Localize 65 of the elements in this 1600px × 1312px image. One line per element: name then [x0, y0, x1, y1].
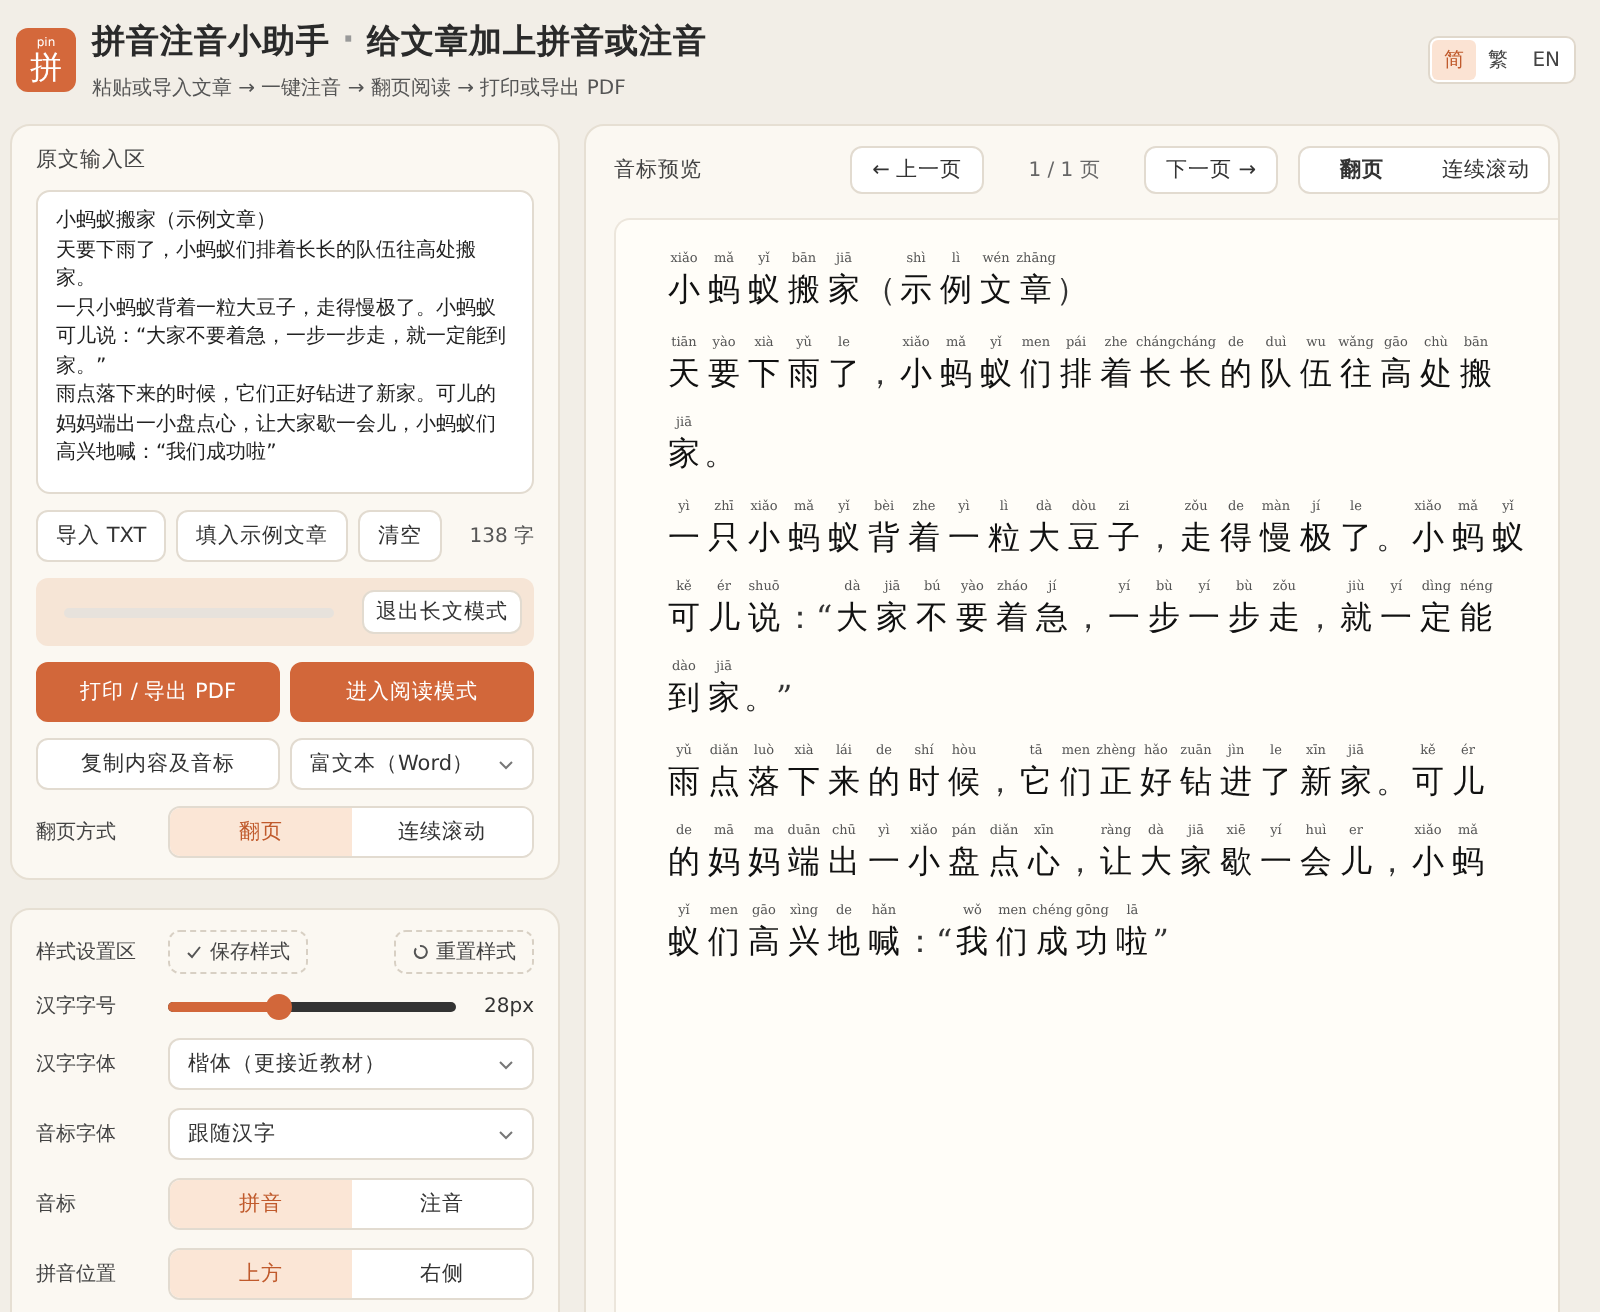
- action-button[interactable]: 填入示例文章: [176, 510, 349, 562]
- slider-thumb[interactable]: [266, 993, 293, 1019]
- field-label: 音标: [36, 1191, 78, 1218]
- punctuation: ，: [1064, 840, 1096, 884]
- format-dropdown[interactable]: 富文本（Word）: [290, 738, 534, 790]
- segment-option[interactable]: 拼音: [170, 1180, 351, 1228]
- punctuation: ，: [1072, 596, 1105, 640]
- punctuation: ）: [1056, 268, 1088, 312]
- punctuation: ，: [1376, 840, 1408, 884]
- slider-value: 28px: [484, 995, 534, 1017]
- language-option[interactable]: 繁: [1476, 40, 1521, 80]
- panel-title: 音标预览: [614, 156, 704, 184]
- panel-title: 原文输入区: [36, 146, 148, 174]
- font-dropdown[interactable]: 楷体（更接近教材）: [168, 1038, 534, 1090]
- action-button[interactable]: 清空: [358, 510, 443, 562]
- segment-option[interactable]: 上方: [170, 1250, 351, 1298]
- mode-option[interactable]: 翻页: [1300, 148, 1424, 192]
- punctuation: ，: [1304, 596, 1337, 640]
- font-dropdown[interactable]: 跟随汉字: [168, 1108, 534, 1160]
- title-separator: ·: [342, 19, 355, 61]
- punctuation: ，: [1144, 516, 1176, 560]
- chevron-icon: [498, 759, 514, 769]
- language-option[interactable]: EN: [1520, 40, 1572, 80]
- punctuation: ”: [1152, 920, 1171, 964]
- next-page-button[interactable]: 下一页 →: [1143, 146, 1278, 194]
- copy-button[interactable]: 复制内容及音标: [36, 738, 280, 790]
- punctuation: ：“: [784, 596, 833, 640]
- punctuation: ，: [864, 352, 896, 396]
- workflow-steps: 粘贴或导入文章 → 一键注音 → 翻页阅读 → 打印或导出 PDF: [92, 73, 1413, 101]
- exit-long-mode-button[interactable]: 退出长文模式: [362, 590, 522, 634]
- field-label: 汉字字号: [36, 993, 118, 1020]
- text-paragraph: 一只小蚂蚁背着一粒大豆子，走得慢极了。小蚂蚁可儿说：“大家不要着急，一步一步走，就一定能到家。”: [56, 295, 509, 381]
- field-label: 拼音位置: [36, 1261, 118, 1288]
- previous-page-button[interactable]: ← 上一页: [850, 146, 985, 194]
- save-style-button[interactable]: 保存样式: [168, 930, 308, 974]
- punctuation: 。”: [744, 676, 793, 720]
- reset-icon: [412, 944, 428, 960]
- text-paragraph: 雨点落下来的时候，它们正好钻进了新家。可儿的妈妈端出一小盘点心，让大家歇一会儿，小蚂蚁们高兴地喊：“我们成功啦”: [56, 382, 498, 468]
- segment-option[interactable]: 翻页: [170, 808, 351, 856]
- punctuation: ，: [984, 760, 1016, 804]
- field-label: 汉字字体: [36, 1051, 118, 1078]
- field-label: 音标字体: [36, 1121, 118, 1148]
- primary-button[interactable]: 打印 / 导出 PDF: [36, 662, 280, 722]
- character-count: 138 字: [469, 523, 534, 550]
- punctuation: ：“: [904, 920, 953, 964]
- punctuation: 。: [704, 432, 736, 476]
- mode-option[interactable]: 连续滚动: [1424, 148, 1548, 192]
- text-input[interactable]: 小蚂蚁搬家（示例文章） 天要下雨了，小蚂蚁们排着长长的队伍往高处搬家。 一只小蚂蚁背着一粒大豆子，走得慢极了。小蚂蚁可儿说：“大家不要着急，一步一步走，就一定能到家。” 雨点落下来的时候，它们正好钻进了新家。可儿的妈妈端出一小盘点心，让大家歇一会儿，小蚂蚁们高兴地喊：“我们成功啦”: [36, 190, 534, 494]
- app-title: 拼音注音小助手: [92, 19, 330, 63]
- reset-style-button[interactable]: 重置样式: [394, 930, 534, 974]
- primary-button[interactable]: 进入阅读模式: [290, 662, 534, 722]
- language-option[interactable]: 简: [1432, 40, 1477, 80]
- punctuation: 。: [1376, 760, 1408, 804]
- text-paragraph: 小蚂蚁搬家（示例文章）: [56, 208, 278, 236]
- app-subtitle: 给文章加上拼音或注音: [366, 19, 707, 63]
- punctuation: （: [864, 268, 896, 312]
- action-button[interactable]: 导入 TXT: [36, 510, 167, 562]
- chevron-icon: [498, 1059, 514, 1069]
- check-icon: [186, 944, 202, 960]
- text-paragraph: 天要下雨了，小蚂蚁们排着长长的队伍往高处搬家。: [56, 237, 478, 294]
- chevron-icon: [498, 1129, 514, 1139]
- field-label: 翻页方式: [36, 819, 118, 846]
- page-indicator: 1 / 1 页: [1026, 158, 1102, 184]
- panel-title: 样式设置区: [36, 939, 138, 966]
- punctuation: 。: [1376, 516, 1408, 560]
